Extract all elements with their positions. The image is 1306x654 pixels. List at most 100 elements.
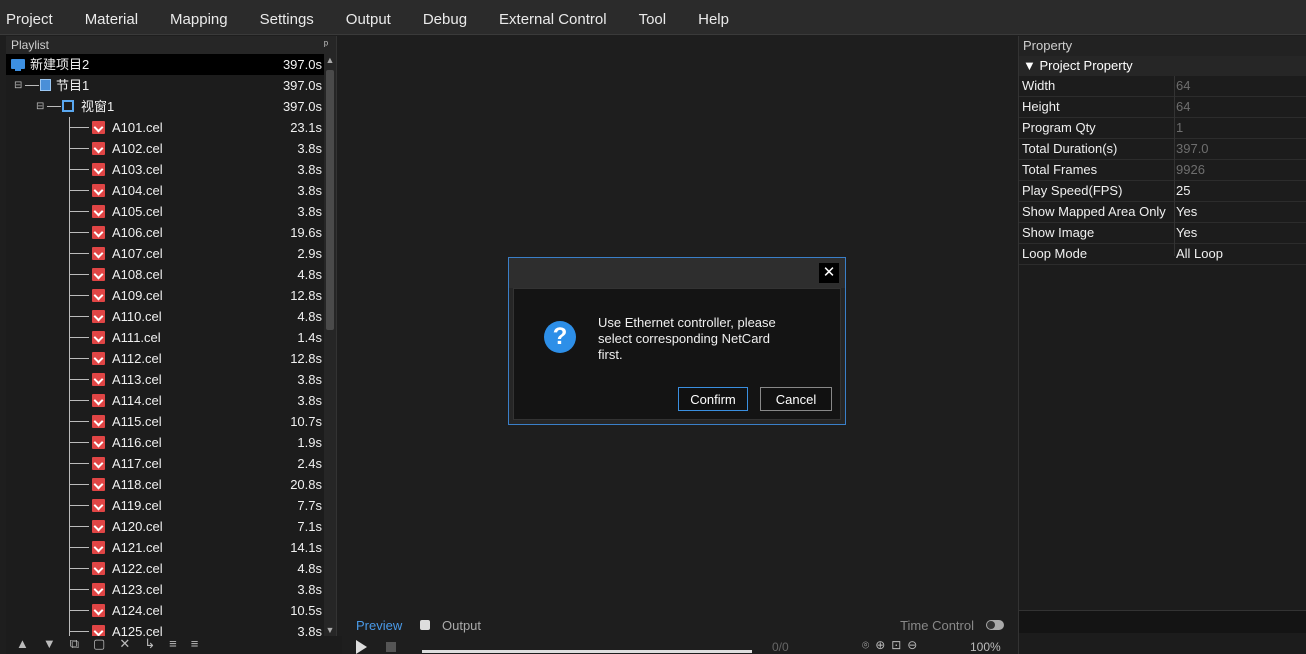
- tree-row-file[interactable]: A116.cel 1.9s: [6, 432, 324, 453]
- tree-row-file[interactable]: A101.cel 23.1s: [6, 117, 324, 138]
- dialog-body: ? Use Ethernet controller, please select…: [513, 288, 841, 420]
- property-panel: Property ▼ Project Property Width 64 Heigh…: [1018, 36, 1306, 654]
- tree-row-project[interactable]: 新建项目2 397.0s: [6, 54, 324, 75]
- tree-row-file[interactable]: A115.cel 10.7s: [6, 411, 324, 432]
- tree-row-file[interactable]: A124.cel 10.5s: [6, 600, 324, 621]
- output-icon[interactable]: [420, 620, 430, 630]
- toolbar-icon-6[interactable]: ≡: [169, 636, 177, 654]
- tree-row-file[interactable]: A107.cel 2.9s: [6, 243, 324, 264]
- property-key: Height: [1022, 99, 1060, 114]
- image-file-icon: [92, 394, 105, 407]
- playlist-toolbar: ▲ ▼ ⧉ ▢ ✕ ↳ ≡ ≡: [6, 636, 346, 654]
- scroll-up-icon[interactable]: ▲: [324, 54, 336, 66]
- collapse-icon[interactable]: ⊟: [14, 75, 22, 96]
- menu-item-external-control[interactable]: External Control: [483, 11, 623, 34]
- file-duration: 2.4s: [297, 456, 322, 471]
- toolbar-icon-0[interactable]: ▲: [16, 636, 29, 654]
- time-control-label: Time Control: [900, 618, 974, 633]
- tree-row-file[interactable]: A122.cel 4.8s: [6, 558, 324, 579]
- file-name: A108.cel: [112, 267, 163, 282]
- image-file-icon: [92, 121, 105, 134]
- tree-row-file[interactable]: A120.cel 7.1s: [6, 516, 324, 537]
- tree-row-file[interactable]: A106.cel 19.6s: [6, 222, 324, 243]
- scroll-down-icon[interactable]: ▼: [324, 624, 336, 636]
- tree-row-file[interactable]: A104.cel 3.8s: [6, 180, 324, 201]
- file-duration: 3.8s: [297, 582, 322, 597]
- image-file-icon: [92, 184, 105, 197]
- tree-row-file[interactable]: A109.cel 12.8s: [6, 285, 324, 306]
- property-row: Height 64: [1019, 97, 1306, 118]
- tree-row-file[interactable]: A119.cel 7.7s: [6, 495, 324, 516]
- file-name: A118.cel: [112, 477, 162, 492]
- property-row[interactable]: Loop Mode All Loop: [1019, 244, 1306, 265]
- file-name: A123.cel: [112, 582, 163, 597]
- property-row[interactable]: Show Image Yes: [1019, 223, 1306, 244]
- property-key: Show Mapped Area Only: [1022, 204, 1166, 219]
- tab-output[interactable]: Output: [442, 618, 481, 633]
- playlist-scrollbar[interactable]: ▲ ▼: [324, 54, 336, 636]
- tree-row-file[interactable]: A114.cel 3.8s: [6, 390, 324, 411]
- time-control-toggle[interactable]: [986, 620, 1004, 630]
- tree-row-file[interactable]: A113.cel 3.8s: [6, 369, 324, 390]
- tree-row-file[interactable]: A111.cel 1.4s: [6, 327, 324, 348]
- tree-row-file[interactable]: A105.cel 3.8s: [6, 201, 324, 222]
- tree-row-file[interactable]: A103.cel 3.8s: [6, 159, 324, 180]
- file-duration: 3.8s: [297, 393, 322, 408]
- tree-row-window[interactable]: ⊟ 视窗1 397.0s: [6, 96, 324, 117]
- menu-bar: Project Material Mapping Settings Output Debu…: [0, 0, 1306, 35]
- menu-item-project[interactable]: Project: [0, 11, 69, 34]
- tree-row-file[interactable]: A125.cel 3.8s: [6, 621, 324, 636]
- menu-item-mapping[interactable]: Mapping: [154, 11, 244, 34]
- toolbar-icon-4[interactable]: ✕: [119, 636, 130, 654]
- collapse-icon[interactable]: ⊟: [36, 96, 44, 117]
- tree-row-file[interactable]: A110.cel 4.8s: [6, 306, 324, 327]
- tree-row-file[interactable]: A123.cel 3.8s: [6, 579, 324, 600]
- property-row[interactable]: Show Mapped Area Only Yes: [1019, 202, 1306, 223]
- tree-row-file[interactable]: A102.cel 3.8s: [6, 138, 324, 159]
- image-file-icon: [92, 499, 105, 512]
- progress-slider[interactable]: [422, 650, 752, 653]
- toolbar-icon-7[interactable]: ≡: [191, 636, 199, 654]
- scroll-thumb[interactable]: [326, 70, 334, 330]
- image-file-icon: [92, 373, 105, 386]
- menu-item-output[interactable]: Output: [330, 11, 407, 34]
- property-value[interactable]: 25: [1176, 181, 1190, 201]
- property-row[interactable]: Play Speed(FPS) 25: [1019, 181, 1306, 202]
- file-name: A105.cel: [112, 204, 163, 219]
- pin-icon[interactable]: ᵖ: [324, 36, 328, 54]
- menu-item-material[interactable]: Material: [69, 11, 154, 34]
- menu-item-tool[interactable]: Tool: [623, 11, 683, 34]
- toolbar-icon-2[interactable]: ⧉: [70, 636, 79, 654]
- tree-row-file[interactable]: A117.cel 2.4s: [6, 453, 324, 474]
- preview-tabs: Preview Output Time Control: [342, 614, 1014, 636]
- project-property-section[interactable]: ▼ Project Property: [1019, 56, 1306, 76]
- file-name: A111.cel: [112, 330, 161, 345]
- tree-row-file[interactable]: A118.cel 20.8s: [6, 474, 324, 495]
- zoom-tools-icon[interactable]: ⌾⊕⊡⊖: [862, 638, 923, 653]
- tab-preview[interactable]: Preview: [356, 618, 402, 633]
- tree-row-file[interactable]: A108.cel 4.8s: [6, 264, 324, 285]
- property-key: Play Speed(FPS): [1022, 183, 1123, 198]
- tree-row-file[interactable]: A112.cel 12.8s: [6, 348, 324, 369]
- toolbar-icon-5[interactable]: ↳: [144, 636, 155, 654]
- stop-icon[interactable]: [386, 642, 396, 652]
- play-icon[interactable]: [356, 640, 367, 654]
- menu-item-debug[interactable]: Debug: [407, 11, 483, 34]
- tree-row-file[interactable]: A121.cel 14.1s: [6, 537, 324, 558]
- menu-item-help[interactable]: Help: [682, 11, 745, 34]
- property-value[interactable]: Yes: [1176, 223, 1197, 243]
- confirm-button[interactable]: Confirm: [678, 387, 748, 411]
- toolbar-icon-3[interactable]: ▢: [93, 636, 105, 654]
- property-row: Program Qty 1: [1019, 118, 1306, 139]
- property-value[interactable]: All Loop: [1176, 244, 1223, 264]
- file-duration: 3.8s: [297, 624, 322, 636]
- image-file-icon: [92, 562, 105, 575]
- cancel-button[interactable]: Cancel: [760, 387, 832, 411]
- tree-row-program[interactable]: ⊟ 节目1 397.0s: [6, 75, 324, 96]
- close-icon[interactable]: ✕: [819, 263, 839, 283]
- property-key: Program Qty: [1022, 120, 1096, 135]
- menu-item-settings[interactable]: Settings: [244, 11, 330, 34]
- image-file-icon: [92, 541, 105, 554]
- toolbar-icon-1[interactable]: ▼: [43, 636, 56, 654]
- property-value[interactable]: Yes: [1176, 202, 1197, 222]
